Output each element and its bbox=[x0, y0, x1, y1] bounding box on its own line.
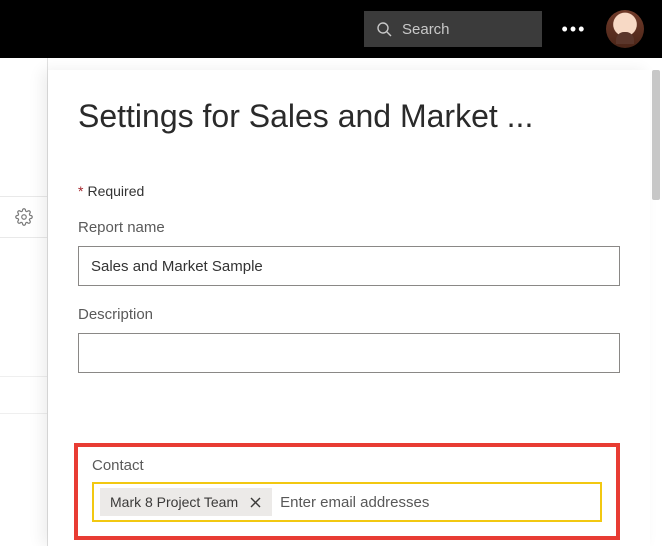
required-asterisk: * bbox=[78, 183, 83, 199]
description-label: Description bbox=[78, 306, 620, 323]
description-input[interactable] bbox=[78, 333, 620, 373]
contact-label: Contact bbox=[92, 457, 602, 474]
contact-field[interactable]: Mark 8 Project Team bbox=[92, 482, 602, 522]
contact-chip: Mark 8 Project Team bbox=[100, 488, 272, 516]
search-input[interactable] bbox=[402, 21, 530, 38]
nav-row[interactable] bbox=[0, 376, 47, 414]
left-nav-sliver bbox=[0, 58, 48, 546]
search-icon bbox=[376, 21, 392, 37]
chip-remove-button[interactable] bbox=[246, 493, 264, 511]
page-title: Settings for Sales and Market ... bbox=[78, 98, 620, 135]
avatar[interactable] bbox=[606, 10, 644, 48]
more-button[interactable]: ••• bbox=[556, 11, 592, 47]
required-note: *Required bbox=[78, 183, 620, 199]
nav-settings-row[interactable] bbox=[0, 196, 47, 238]
contact-chip-label: Mark 8 Project Team bbox=[110, 494, 238, 510]
scrollbar-thumb[interactable] bbox=[652, 70, 660, 200]
search-box[interactable] bbox=[364, 11, 542, 47]
top-bar: ••• bbox=[0, 0, 662, 58]
report-name-input[interactable] bbox=[78, 246, 620, 286]
settings-panel: Settings for Sales and Market ... *Requi… bbox=[48, 70, 650, 546]
report-name-label: Report name bbox=[78, 219, 620, 236]
gear-icon bbox=[15, 208, 33, 226]
close-icon bbox=[250, 497, 261, 508]
contact-section-highlight: Contact Mark 8 Project Team bbox=[74, 443, 620, 540]
contact-input[interactable] bbox=[280, 494, 594, 511]
